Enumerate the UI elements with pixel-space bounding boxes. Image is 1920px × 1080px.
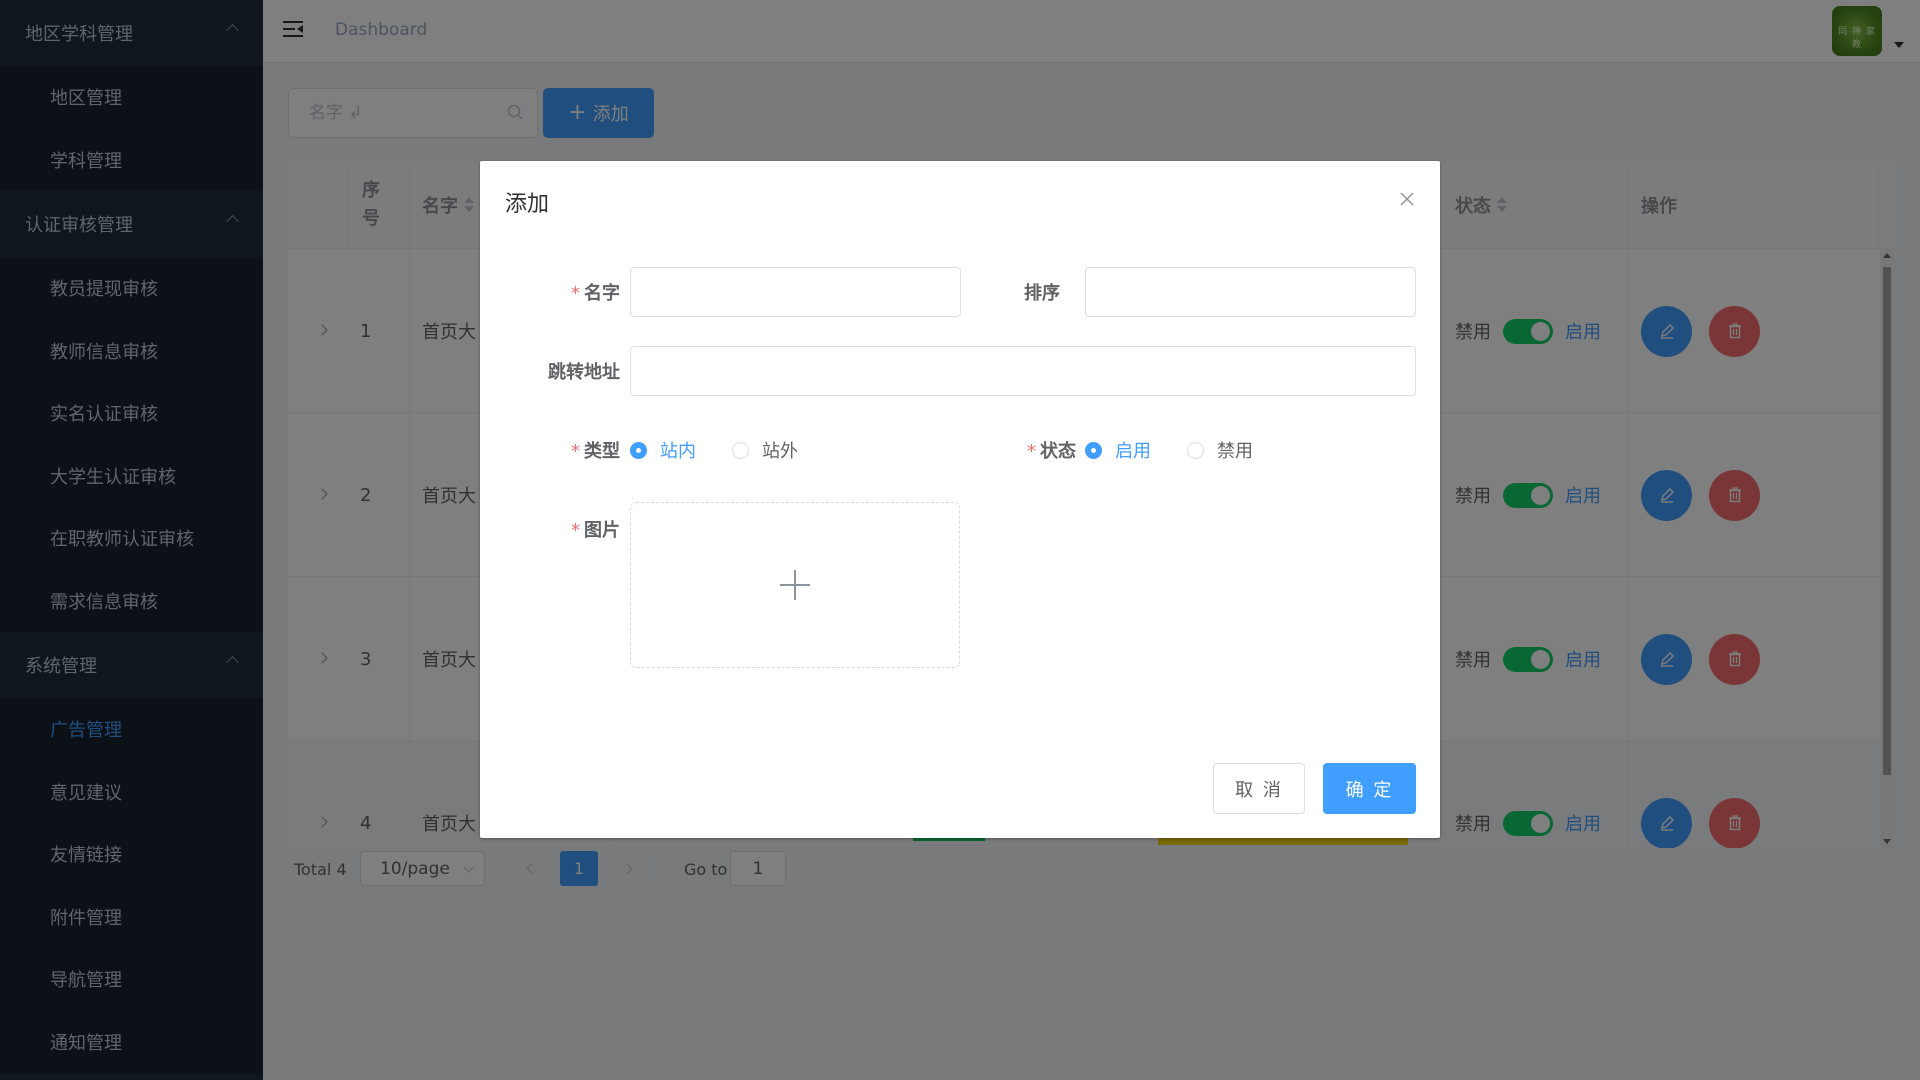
dialog-title: 添加 (505, 192, 550, 217)
status-radio-disabled[interactable]: 禁用 (1187, 437, 1253, 463)
add-dialog: 添加 * 名字 排序 跳转地址 * 类型 站内 站外 * 状态 启用 禁用 * 图片 取… (480, 161, 1440, 838)
name-field[interactable] (630, 267, 961, 317)
sort-label: 排序 (1024, 283, 1060, 304)
confirm-button[interactable]: 确 定 (1323, 763, 1416, 814)
name-label: * 名字 (571, 283, 620, 304)
radio-checked-icon (1085, 441, 1102, 459)
radio-unchecked-icon (732, 441, 749, 459)
url-label: 跳转地址 (548, 362, 620, 383)
radio-checked-icon (630, 441, 647, 459)
image-label: * 图片 (571, 520, 620, 541)
cancel-button[interactable]: 取 消 (1213, 763, 1305, 814)
type-radio-external[interactable]: 站外 (732, 437, 798, 463)
close-icon[interactable] (1399, 191, 1415, 207)
status-label: * 状态 (1027, 441, 1076, 462)
plus-icon (780, 570, 810, 600)
image-uploader[interactable] (630, 502, 960, 668)
sort-field[interactable] (1085, 267, 1416, 317)
status-radio-enabled[interactable]: 启用 (1085, 437, 1151, 463)
radio-unchecked-icon (1187, 441, 1204, 459)
type-label: * 类型 (571, 441, 620, 462)
url-field[interactable] (630, 346, 1416, 396)
type-radio-internal[interactable]: 站内 (630, 437, 696, 463)
